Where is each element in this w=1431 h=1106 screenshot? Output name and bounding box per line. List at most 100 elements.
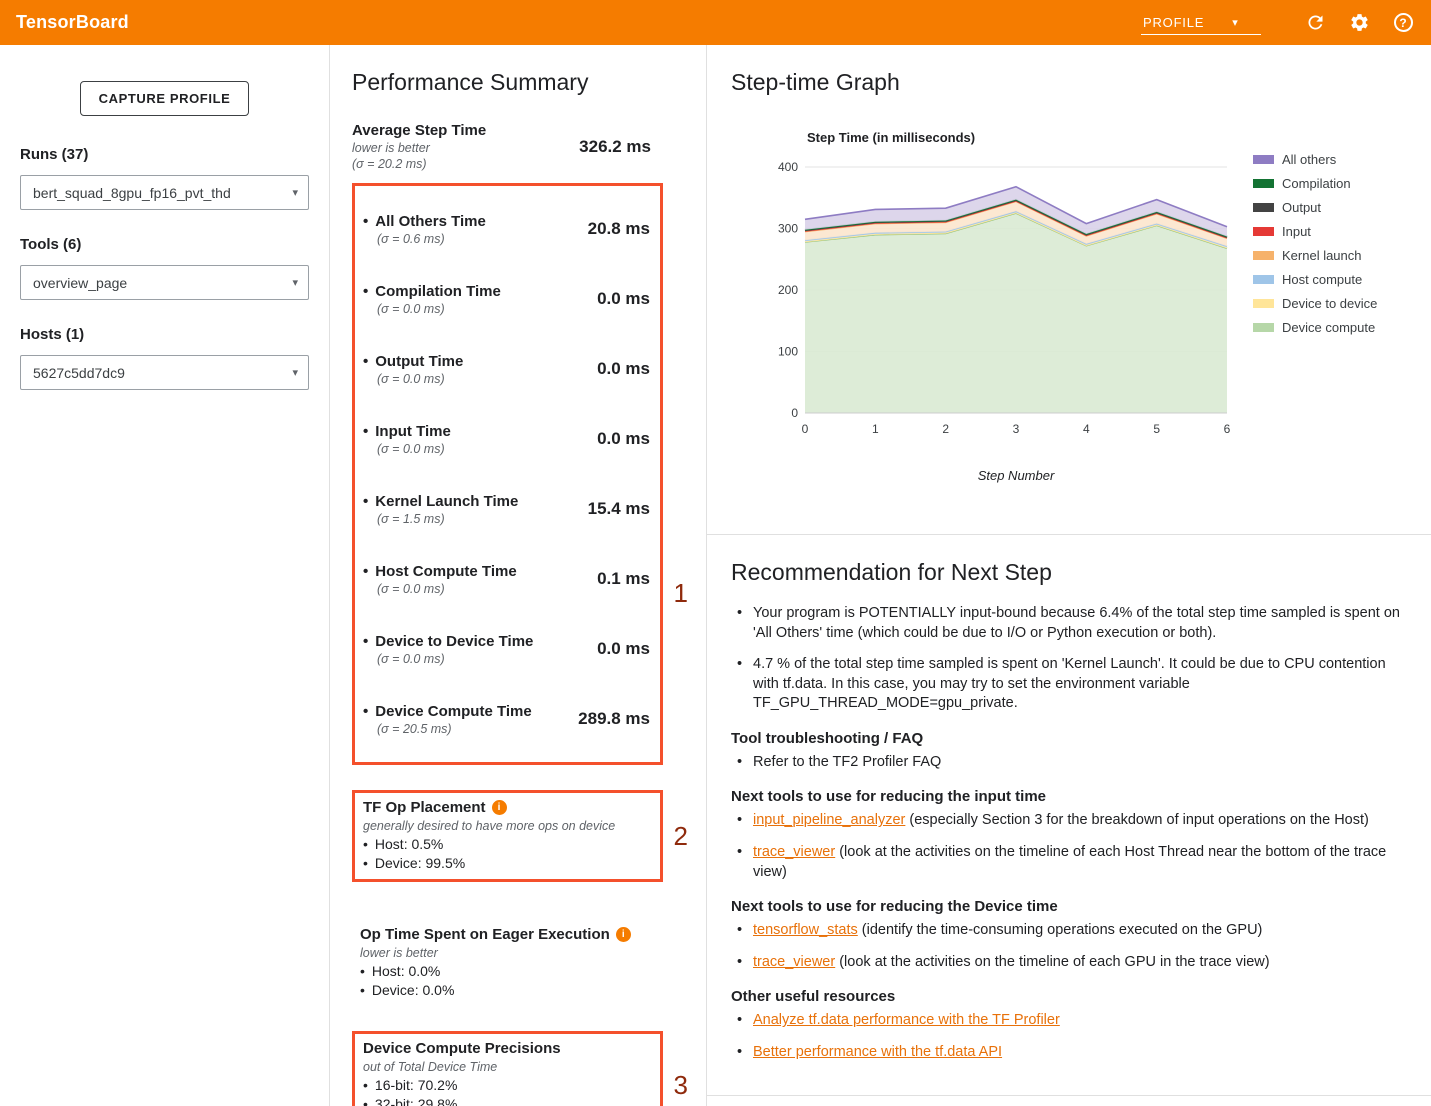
metric-value: 20.8 ms — [588, 219, 660, 239]
metric-row: •Device Compute Time (σ = 20.5 ms) 289.8… — [355, 684, 660, 754]
metric-value: 0.0 ms — [597, 639, 660, 659]
gear-icon[interactable] — [1347, 11, 1371, 35]
stacked-area-chart: 01002003004000123456 — [759, 153, 1231, 455]
dashboard-select-value: PROFILE — [1143, 15, 1204, 30]
tools-select-value: overview_page — [33, 275, 127, 291]
chart-title: Step Time (in milliseconds) — [807, 130, 1239, 145]
tf-op-host-value: •Host: 0.5% — [363, 836, 652, 852]
step-time-graph-title: Step-time Graph — [731, 69, 1407, 96]
info-icon[interactable]: i — [492, 800, 507, 815]
legend-item: Device compute — [1253, 320, 1377, 335]
runs-select-value: bert_squad_8gpu_fp16_pvt_thd — [33, 185, 231, 201]
help-icon[interactable]: ? — [1391, 11, 1415, 35]
bullet-icon: • — [363, 703, 368, 720]
legend-item: Input — [1253, 224, 1377, 239]
hosts-select-value: 5627c5dd7dc9 — [33, 365, 125, 381]
metric-sigma: (σ = 1.5 ms) — [377, 512, 588, 526]
rec-section-heading: Next tools to use for reducing the input… — [731, 788, 1403, 805]
metric-label: Compilation Time — [375, 283, 501, 300]
metric-row: •Output Time (σ = 0.0 ms) 0.0 ms — [355, 334, 660, 404]
metric-value: 0.0 ms — [597, 359, 660, 379]
trace-viewer-link[interactable]: trace_viewer — [753, 954, 835, 970]
svg-text:1: 1 — [872, 422, 879, 436]
legend-swatch — [1253, 227, 1274, 236]
recommendation-bullet: 4.7 % of the total step time sampled is … — [731, 655, 1403, 714]
metric-sigma: (σ = 0.0 ms) — [377, 582, 597, 596]
metric-row: •All Others Time (σ = 0.6 ms) 20.8 ms — [355, 194, 660, 264]
precision-32bit-value: •32-bit: 29.8% — [363, 1096, 652, 1106]
tf-op-placement-title: TF Op Placement — [363, 799, 486, 816]
metric-label: Device to Device Time — [375, 633, 533, 650]
info-icon[interactable]: i — [616, 927, 631, 942]
trace-viewer-link[interactable]: trace_viewer — [753, 844, 835, 860]
tfdata-performance-link[interactable]: Analyze tf.data performance with the TF … — [753, 1012, 1060, 1028]
metric-sigma: (σ = 0.0 ms) — [377, 652, 597, 666]
reload-icon[interactable] — [1303, 11, 1327, 35]
svg-text:200: 200 — [778, 283, 798, 297]
eager-device-value: •Device: 0.0% — [360, 982, 655, 998]
metric-value: 289.8 ms — [578, 709, 660, 729]
recommendation-bullet: Your program is POTENTIALLY input-bound … — [731, 604, 1403, 643]
metric-sigma: (σ = 0.0 ms) — [377, 442, 597, 456]
right-panel: Step-time Graph Step Time (in millisecon… — [707, 45, 1431, 1106]
precision-16bit-value: •16-bit: 70.2% — [363, 1077, 652, 1093]
metric-label: All Others Time — [375, 213, 486, 230]
legend-item: All others — [1253, 152, 1377, 167]
average-step-time-row: Average Step Time lower is better (σ = 2… — [352, 122, 663, 171]
rec-section-heading: Other useful resources — [731, 988, 1403, 1005]
metric-value: 0.1 ms — [597, 569, 660, 589]
tf-op-device-value: •Device: 99.5% — [363, 855, 652, 871]
rec-item: Analyze tf.data performance with the TF … — [731, 1011, 1403, 1031]
legend-swatch — [1253, 155, 1274, 164]
runs-select[interactable]: bert_squad_8gpu_fp16_pvt_thd ▾ — [20, 175, 309, 210]
metric-label: Kernel Launch Time — [375, 493, 518, 510]
legend-swatch — [1253, 323, 1274, 332]
tfdata-api-link[interactable]: Better performance with the tf.data API — [753, 1044, 1002, 1060]
svg-text:0: 0 — [791, 406, 798, 420]
tf-op-placement-subtitle: generally desired to have more ops on de… — [363, 819, 652, 833]
bullet-icon: • — [363, 633, 368, 650]
help-question-mark: ? — [1394, 13, 1413, 32]
legend-item: Output — [1253, 200, 1377, 215]
annotation-number-1: 1 — [674, 578, 688, 609]
legend-swatch — [1253, 299, 1274, 308]
average-step-time-note: lower is better — [352, 141, 579, 155]
chart-legend: All others Compilation Output Input Kern… — [1253, 152, 1377, 483]
input-pipeline-analyzer-link[interactable]: input_pipeline_analyzer — [753, 812, 905, 828]
hosts-label: Hosts (1) — [20, 326, 309, 343]
legend-swatch — [1253, 203, 1274, 212]
metric-value: 15.4 ms — [588, 499, 660, 519]
legend-item: Kernel launch — [1253, 248, 1377, 263]
bullet-icon: • — [363, 563, 368, 580]
metric-label: Device Compute Time — [375, 703, 531, 720]
svg-text:400: 400 — [778, 160, 798, 174]
hosts-select[interactable]: 5627c5dd7dc9 ▾ — [20, 355, 309, 390]
rec-item: Better performance with the tf.data API — [731, 1043, 1403, 1063]
tensorflow-stats-link[interactable]: tensorflow_stats — [753, 922, 858, 938]
svg-text:5: 5 — [1153, 422, 1160, 436]
svg-text:0: 0 — [802, 422, 809, 436]
device-precisions-title: Device Compute Precisions — [363, 1040, 561, 1057]
capture-profile-button[interactable]: CAPTURE PROFILE — [80, 81, 250, 116]
metric-label: Input Time — [375, 423, 451, 440]
average-step-time-value: 326.2 ms — [579, 137, 663, 157]
metric-row: •Kernel Launch Time (σ = 1.5 ms) 15.4 ms — [355, 474, 660, 544]
sidebar: CAPTURE PROFILE Runs (37) bert_squad_8gp… — [0, 45, 330, 1106]
tools-select[interactable]: overview_page ▾ — [20, 265, 309, 300]
metric-sigma: (σ = 0.0 ms) — [377, 302, 597, 316]
bullet-icon: • — [360, 963, 365, 979]
annotation-box-3: 3 Device Compute Precisions out of Total… — [352, 1031, 663, 1106]
chevron-down-icon: ▾ — [292, 186, 298, 199]
bullet-icon: • — [363, 1096, 368, 1106]
svg-text:3: 3 — [1013, 422, 1020, 436]
annotation-number-2: 2 — [674, 821, 688, 852]
dashboard-select[interactable]: PROFILE ▾ — [1141, 11, 1261, 35]
metric-sigma: (σ = 0.6 ms) — [377, 232, 588, 246]
legend-swatch — [1253, 251, 1274, 260]
chevron-down-icon: ▾ — [1232, 16, 1238, 29]
legend-item: Host compute — [1253, 272, 1377, 287]
average-step-time-sigma: (σ = 20.2 ms) — [352, 157, 579, 171]
annotation-number-3: 3 — [674, 1070, 688, 1101]
runs-label: Runs (37) — [20, 146, 309, 163]
recommendation-title: Recommendation for Next Step — [731, 559, 1403, 586]
